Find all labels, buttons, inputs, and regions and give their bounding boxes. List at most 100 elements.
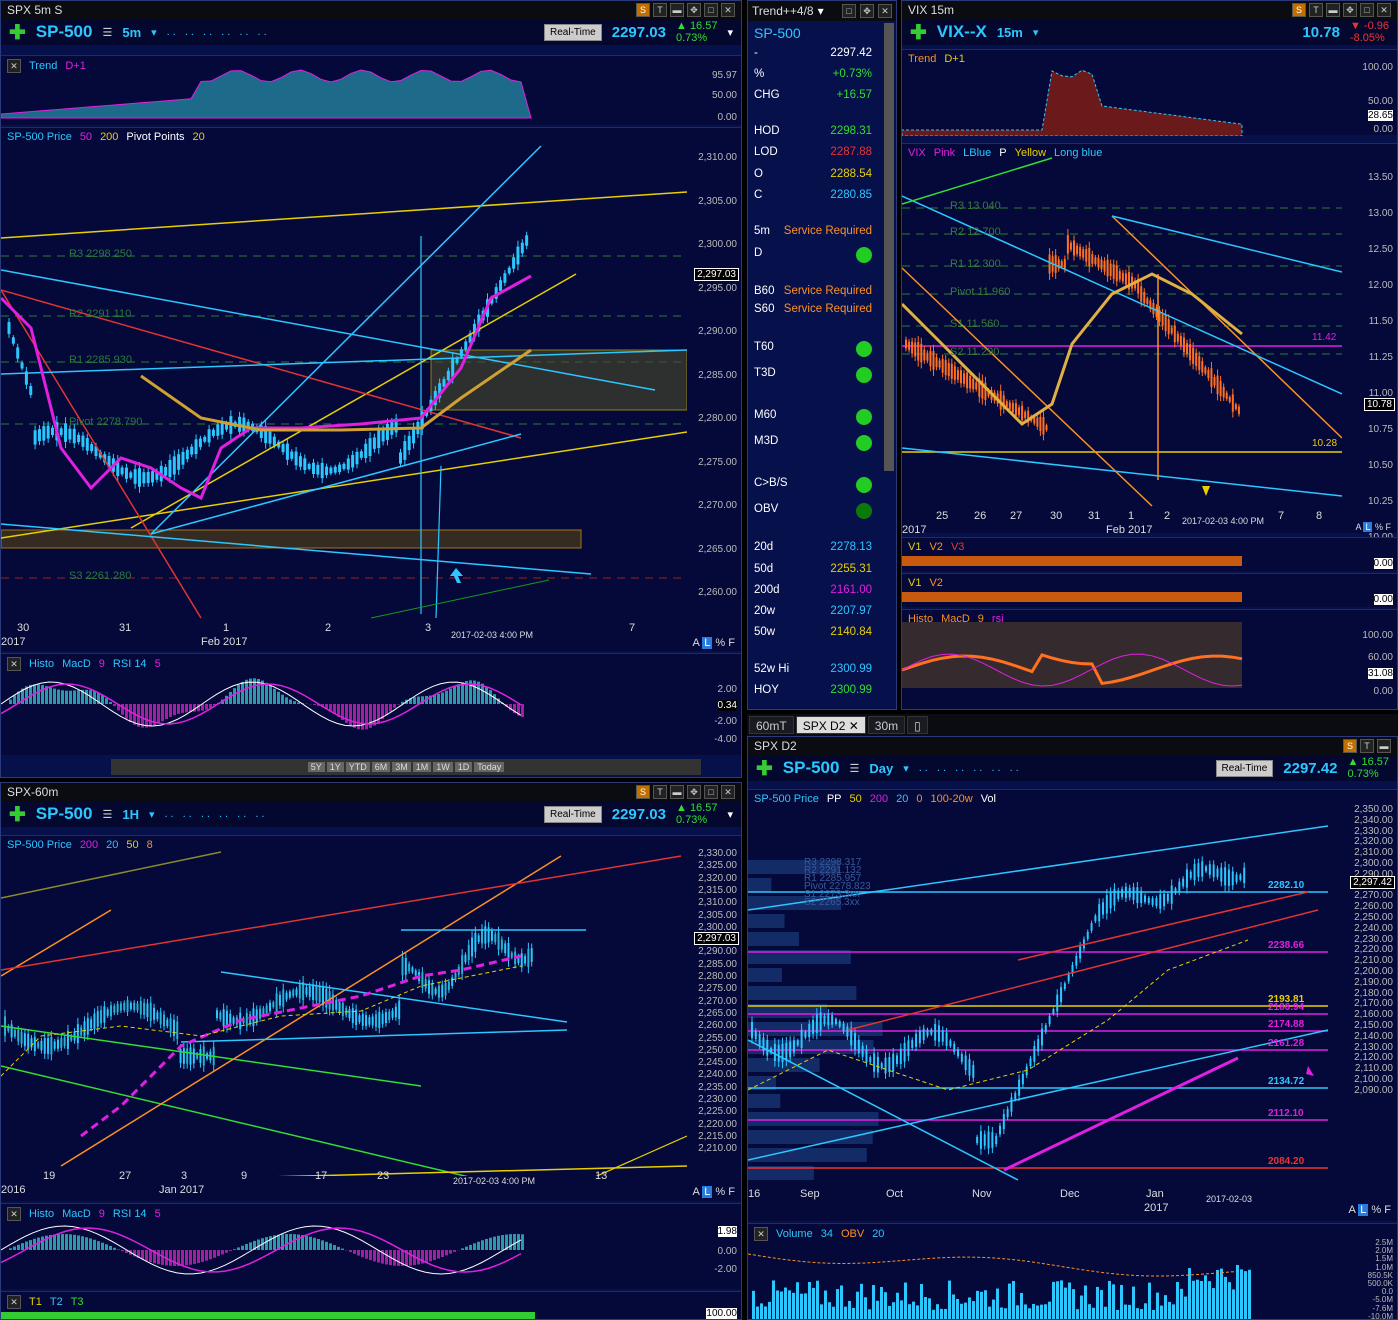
scrollbar[interactable]	[884, 23, 894, 471]
watchlist-row[interactable]: HOY 2300.99	[754, 684, 872, 696]
volume-bar	[864, 1297, 867, 1319]
axis-tick: 2,265.00	[698, 543, 737, 555]
watchlist-row[interactable]: S60 Service Required	[754, 303, 872, 315]
range-button[interactable]: 1D	[454, 762, 473, 772]
candle-body	[1097, 257, 1100, 268]
watchlist-row[interactable]: LOD 2287.88	[754, 146, 872, 158]
price-plot[interactable]	[1, 128, 687, 628]
symbol-name[interactable]: SP-500	[36, 22, 93, 42]
candle-body	[950, 363, 953, 379]
watchlist-row[interactable]: HOD 2298.31	[754, 125, 872, 137]
add-icon[interactable]: ✚	[910, 20, 927, 45]
watchlist-row[interactable]: 20w 2207.97	[754, 605, 872, 617]
candle-body	[474, 932, 477, 952]
watchlist-row[interactable]: M60	[754, 409, 872, 425]
candle-body	[481, 928, 483, 944]
range-button[interactable]: YTD	[345, 762, 370, 772]
new-tab-icon[interactable]: ▯	[907, 716, 928, 734]
watchlist-row[interactable]: C>B/S	[754, 477, 872, 493]
chevron-down-icon[interactable]: ▾	[151, 26, 157, 39]
watchlist-row[interactable]: C 2280.85	[754, 189, 872, 201]
watchlist-title: Trend++4/8	[752, 4, 814, 18]
window-titlebar[interactable]: SPX-60m S T ▬ ✥ □ ✕	[1, 783, 741, 801]
window-titlebar[interactable]: SPX D2 S T ▬	[748, 737, 1397, 755]
watchlist-row[interactable]: O 2288.54	[754, 168, 872, 180]
volume-bar	[972, 1301, 975, 1319]
volume-bar	[1224, 1276, 1227, 1319]
watchlist-row[interactable]: T60	[754, 341, 872, 357]
range-button[interactable]: 1Y	[326, 762, 344, 772]
histo-bar	[189, 1250, 192, 1265]
watchlist-row[interactable]: 20d 2278.13	[754, 541, 872, 553]
watchlist-row[interactable]: M3D	[754, 435, 872, 451]
move-icon[interactable]: ✥	[687, 3, 701, 17]
volume-bar	[1156, 1292, 1159, 1319]
watchlist-row[interactable]: D	[754, 247, 872, 263]
watchlist-row[interactable]: 50d 2255.31	[754, 563, 872, 575]
time-tick: 13	[595, 1170, 608, 1182]
range-button[interactable]: 5Y	[307, 762, 325, 772]
volume-bar	[1248, 1269, 1251, 1319]
histo-bar	[53, 688, 56, 704]
tab-60mt[interactable]: 60mT	[749, 716, 794, 734]
range-button[interactable]: Today	[474, 762, 505, 772]
window-titlebar[interactable]: SPX 5m S S T ▬ ✥ □ ✕	[1, 1, 741, 19]
t-icon[interactable]: T	[653, 3, 667, 17]
range-button[interactable]: 1W	[433, 762, 453, 772]
volume-profile-bar	[748, 1148, 867, 1162]
level-label: 2282.10	[1268, 880, 1305, 891]
symbol-bar: ✚ SP-500 ☰ Day ▾.. .. .. .. .. .. Real-Time 2…	[748, 755, 1397, 781]
volume-bar	[1204, 1275, 1207, 1319]
price-chart[interactable]: SP-500 Price 50 200 Pivot Points 20 R3 2298.…	[1, 127, 741, 651]
price-chart[interactable]: SP-500 Price 200 20 50 8 2,330.00 2,325.00 2,3…	[1, 835, 741, 1201]
watchlist-row[interactable]: 200d 2161.00	[754, 584, 872, 596]
watchlist-row[interactable]: 50w 2140.84	[754, 626, 872, 638]
window-titlebar[interactable]: VIX 15m S T ▬ ✥ □ ✕	[902, 1, 1397, 19]
watchlist-row[interactable]: B60 Service Required	[754, 285, 872, 297]
axis-mode[interactable]: A L % F	[692, 637, 735, 649]
watchlist-row[interactable]: 5m Service Required	[754, 225, 872, 237]
add-icon[interactable]: ✚	[9, 20, 26, 45]
vix-price-chart[interactable]: VIX Pink LBlue P Yellow Long blue R3 13.040 R2…	[902, 143, 1397, 543]
s-icon[interactable]: S	[636, 3, 650, 17]
symbol-name[interactable]: VIX--X	[937, 22, 987, 42]
watchlist-row[interactable]: OBV	[754, 503, 872, 519]
list-icon[interactable]: ☰	[102, 26, 112, 39]
axis-tick: 2,255.00	[698, 1032, 737, 1044]
histo-bar	[101, 695, 104, 704]
daily-price-chart[interactable]: SP-500 Price PP 50 200 20 0 100-20w Vol R3 2298…	[748, 789, 1397, 1221]
histo-bar	[109, 1245, 112, 1250]
watchlist-row[interactable]: 52w Hi 2300.99	[754, 663, 872, 675]
candle-body	[1037, 1039, 1040, 1052]
candle-body	[1090, 923, 1093, 931]
tab-30m[interactable]: 30m	[867, 716, 906, 734]
level-label: 2174.88	[1268, 1019, 1305, 1030]
watchlist-row[interactable]: % +0.73%	[754, 68, 872, 80]
range-button[interactable]: 6M	[371, 762, 391, 772]
candle-body	[181, 451, 185, 465]
watchlist-row[interactable]: -2297.42	[754, 47, 872, 59]
histo-bar	[437, 1250, 440, 1259]
candle-body	[325, 466, 329, 476]
axis-tick: 2,350.00	[1354, 804, 1393, 815]
maximize-icon[interactable]: □	[704, 3, 718, 17]
timeframe-select[interactable]: 15m	[997, 25, 1023, 40]
close-icon[interactable]: ✕	[721, 3, 735, 17]
watchlist-row[interactable]: T3D	[754, 367, 872, 383]
watchlist-row[interactable]: SP-500	[754, 25, 872, 41]
tab-spx-d2[interactable]: SPX D2 ✕	[795, 716, 866, 734]
drawing-tools[interactable]: .. .. .. .. .. ..	[167, 26, 270, 38]
candle-body	[464, 954, 467, 963]
histo-bar	[509, 1234, 512, 1250]
candle-body	[1086, 931, 1089, 939]
range-bar[interactable]: 5Y 1Y YTD 6M 3M 1M 1W 1D Today	[111, 759, 701, 775]
range-button[interactable]: 1M	[412, 762, 432, 772]
candle-body	[298, 984, 301, 999]
range-button[interactable]: 3M	[392, 762, 411, 772]
watchlist-titlebar[interactable]: Trend++4/8 ▾ □ ✥ ✕	[748, 1, 896, 21]
watchlist-row[interactable]: CHG +16.57	[754, 89, 872, 101]
minimize-icon[interactable]: ▬	[670, 3, 684, 17]
candle-body	[923, 349, 926, 361]
timeframe-select[interactable]: 5m	[122, 25, 141, 40]
chevron-down-icon[interactable]: ▾	[727, 26, 733, 39]
